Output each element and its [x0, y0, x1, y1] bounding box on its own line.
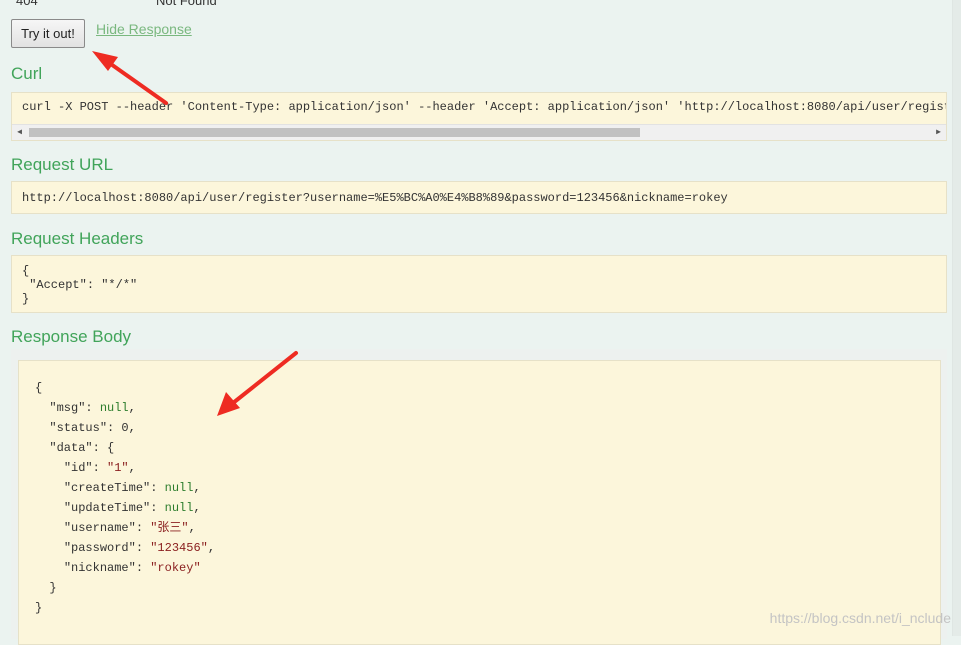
json-line: {	[35, 381, 43, 395]
headers-close-brace: }	[22, 292, 30, 306]
curl-title: Curl	[11, 64, 43, 83]
response-body-container: { "msg": null, "status": 0, "data": { "i…	[11, 349, 947, 645]
response-body-block: { "msg": null, "status": 0, "data": { "i…	[18, 360, 941, 645]
json-line-nickname: "nickname": "rokey"	[63, 561, 201, 575]
request-url-text: http://localhost:8080/api/user/register?…	[22, 191, 728, 205]
json-line-close: }	[35, 601, 43, 615]
curl-horizontal-scrollbar[interactable]: ◀ ▶	[12, 124, 946, 140]
headers-accept-line: "Accept": "*/*"	[29, 278, 138, 292]
request-url-title: Request URL	[11, 155, 114, 174]
response-code: 404	[16, 0, 38, 8]
headers-open-brace: {	[22, 264, 30, 278]
request-headers-block: { "Accept": "*/*" }	[11, 255, 947, 313]
request-url-block: http://localhost:8080/api/user/register?…	[11, 181, 947, 214]
response-body-title: Response Body	[11, 327, 132, 346]
json-line-inner-close: }	[49, 581, 57, 595]
json-line-status: "status": 0,	[49, 421, 136, 435]
json-line-createtime: "createTime": null,	[63, 481, 201, 495]
try-it-out-button[interactable]: Try it out!	[11, 19, 85, 48]
json-line-username: "username": "张三",	[63, 521, 196, 535]
json-line-msg: "msg": null,	[49, 401, 136, 415]
request-headers-text: { "Accept": "*/*" }	[22, 264, 137, 306]
curl-command: curl -X POST --header 'Content-Type: app…	[22, 100, 947, 114]
json-line-updatetime: "updateTime": null,	[63, 501, 201, 515]
json-line-id: "id": "1",	[63, 461, 136, 475]
scrollbar-thumb[interactable]	[29, 128, 640, 137]
scroll-right-icon[interactable]: ▶	[931, 125, 946, 140]
curl-block: curl -X POST --header 'Content-Type: app…	[11, 92, 947, 141]
hide-response-link[interactable]: Hide Response	[96, 21, 192, 37]
scroll-left-icon[interactable]: ◀	[12, 125, 27, 140]
json-line-data: "data": {	[49, 441, 115, 455]
request-headers-title: Request Headers	[11, 229, 144, 248]
watermark: https://blog.csdn.net/i_nclude	[769, 610, 951, 626]
json-line-password: "password": "123456",	[63, 541, 216, 555]
page-scrollbar-track[interactable]	[952, 0, 961, 636]
response-description: Not Found	[156, 0, 217, 8]
